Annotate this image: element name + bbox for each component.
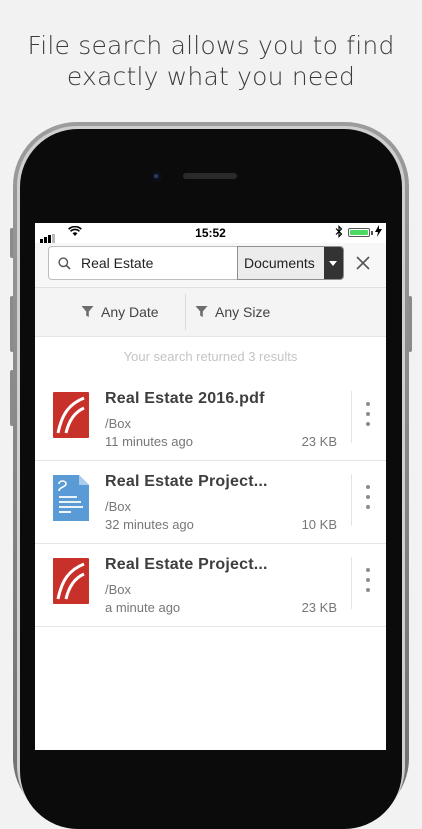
filter-icon: [81, 305, 94, 317]
chevron-down-icon: [324, 247, 343, 279]
marketing-headline: File search allows you to find exactly w…: [0, 30, 422, 92]
search-bar: Documents: [35, 243, 386, 288]
size-filter-label: Any Size: [215, 304, 271, 320]
size-filter-button[interactable]: Any Size: [195, 288, 270, 336]
earpiece-speaker: [183, 173, 237, 179]
results-list: Real Estate 2016.pdf /Box 11 minutes ago…: [35, 378, 386, 627]
more-options-icon[interactable]: [358, 564, 378, 598]
pdf-file-icon: [53, 558, 89, 604]
front-camera: [151, 171, 162, 182]
row-divider: [351, 557, 352, 609]
result-file-name: Real Estate 2016.pdf: [105, 390, 265, 407]
headline-line-2: exactly what you need: [66, 62, 356, 91]
result-file-size: 10 KB: [301, 517, 337, 532]
result-row[interactable]: Real Estate Project... /Box 32 minutes a…: [35, 461, 386, 544]
result-modified-time: 32 minutes ago: [105, 517, 194, 532]
search-field[interactable]: [48, 246, 237, 280]
search-result-count: Your search returned 3 results: [123, 349, 298, 364]
filter-divider: [185, 294, 186, 330]
result-row[interactable]: Real Estate 2016.pdf /Box 11 minutes ago…: [35, 378, 386, 461]
result-modified-time: a minute ago: [105, 600, 181, 615]
result-file-path: /Box: [105, 499, 132, 514]
result-row[interactable]: Real Estate Project... /Box a minute ago…: [35, 544, 386, 627]
row-divider: [351, 391, 352, 443]
document-file-icon: [53, 475, 89, 521]
battery-icon: [348, 228, 370, 237]
result-file-name: Real Estate Project...: [105, 473, 268, 490]
result-file-size: 23 KB: [301, 434, 337, 449]
more-options-icon[interactable]: [358, 481, 378, 515]
status-time: 15:52: [195, 226, 226, 240]
result-file-path: /Box: [105, 416, 132, 431]
date-filter-button[interactable]: Any Date: [81, 288, 159, 336]
result-file-name: Real Estate Project...: [105, 556, 268, 573]
search-input[interactable]: [81, 247, 231, 279]
row-divider: [351, 474, 352, 526]
search-scope-label: Documents: [244, 255, 315, 271]
search-scope-dropdown[interactable]: Documents: [237, 246, 344, 280]
result-file-path: /Box: [105, 582, 132, 597]
charging-bolt-icon: [375, 225, 382, 237]
battery-tip: [371, 231, 373, 235]
result-file-size: 23 KB: [301, 600, 337, 615]
search-icon: [58, 257, 71, 270]
bluetooth-icon: [335, 225, 343, 238]
status-bar: 15:52: [35, 223, 386, 243]
result-modified-time: 11 minutes ago: [105, 434, 193, 449]
date-filter-label: Any Date: [101, 304, 159, 320]
more-options-icon[interactable]: [358, 398, 378, 432]
filter-icon: [195, 305, 208, 317]
pdf-file-icon: [53, 392, 89, 438]
app-screen: 15:52 Documents Any: [35, 223, 386, 750]
headline-line-1: File search allows you to find: [27, 31, 395, 60]
filter-bar: Any Date Any Size: [35, 288, 386, 337]
close-icon[interactable]: [353, 253, 373, 273]
